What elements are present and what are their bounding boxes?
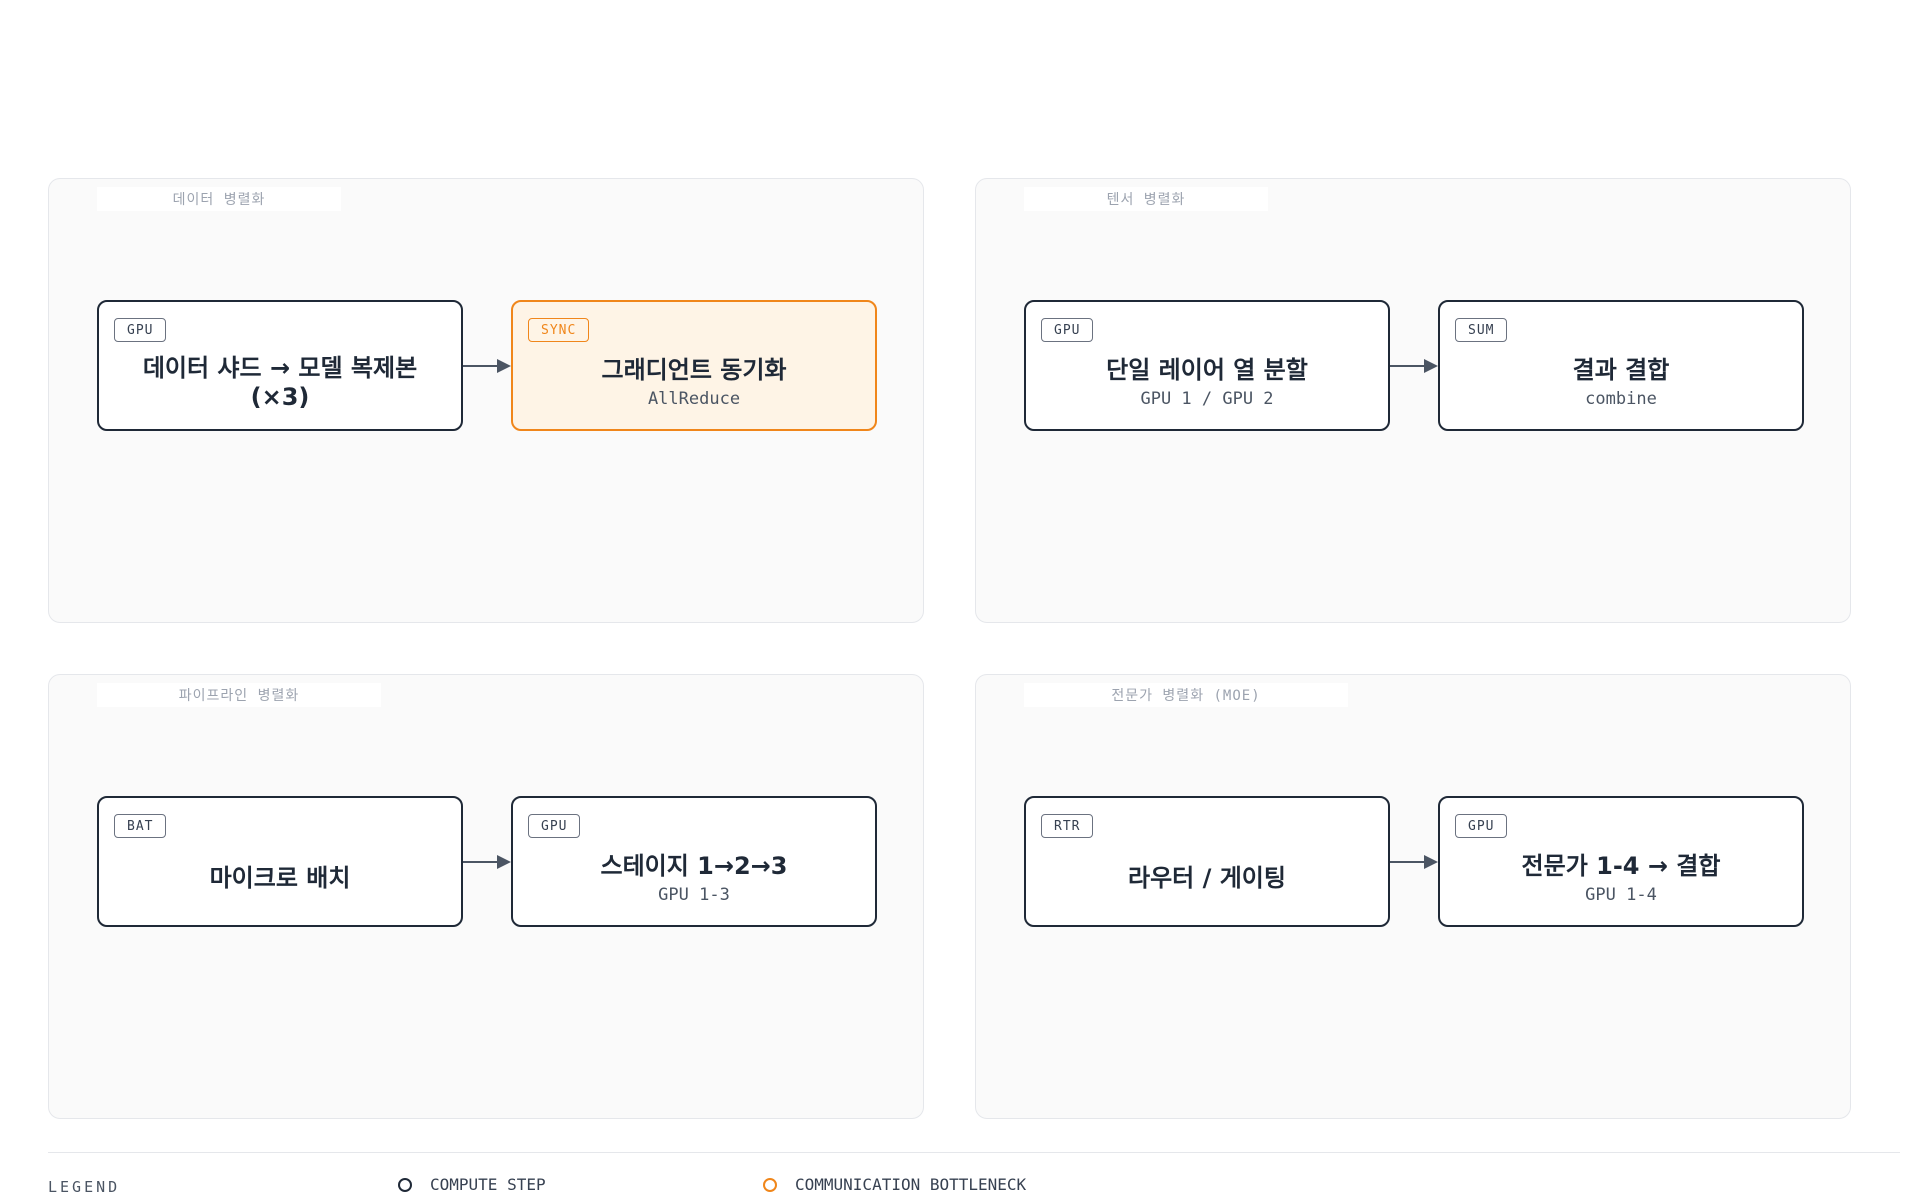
node-title: 단일 레이어 열 분할: [1106, 356, 1308, 384]
node-title: 전문가 1-4 → 결합: [1521, 852, 1721, 880]
arrow-icon: [463, 359, 511, 373]
node-title: 그래디언트 동기화: [601, 356, 787, 384]
node-tag: SUM: [1455, 318, 1508, 342]
node-subtitle: GPU 1 / GPU 2: [1140, 389, 1274, 409]
panel-pipeline-parallel: 파이프라인 병렬화 BAT 마이크로 배치 GPU 스테이지 1→2→3 GPU…: [48, 674, 924, 1119]
panel-label: 데이터 병렬화: [97, 187, 341, 211]
legend-title: LEGEND: [48, 1178, 121, 1196]
legend-item-bottleneck: COMMUNICATION BOTTLENECK: [763, 1175, 1026, 1194]
node-experts-combine[interactable]: GPU 전문가 1-4 → 결합 GPU 1-4: [1438, 796, 1804, 927]
legend-label: COMMUNICATION BOTTLENECK: [795, 1175, 1027, 1194]
node-tag: BAT: [114, 814, 167, 838]
node-router-gating[interactable]: RTR 라우터 / 게이팅: [1024, 796, 1390, 927]
legend-label: COMPUTE STEP: [430, 1175, 546, 1194]
circle-icon: [398, 1177, 412, 1192]
node-column-split[interactable]: GPU 단일 레이어 열 분할 GPU 1 / GPU 2: [1024, 300, 1390, 431]
arrow-icon: [1390, 855, 1438, 869]
node-subtitle: AllReduce: [647, 389, 741, 409]
arrow-icon: [463, 855, 511, 869]
panel-label: 텐서 병렬화: [1024, 187, 1268, 211]
node-combine-results[interactable]: SUM 결과 결합 combine: [1438, 300, 1804, 431]
node-subtitle: GPU 1-4: [1585, 885, 1657, 905]
node-subtitle: combine: [1585, 389, 1657, 409]
node-tag: GPU: [1041, 318, 1094, 342]
node-tag: SYNC: [528, 318, 590, 342]
node-title: 라우터 / 게이팅: [1128, 864, 1286, 892]
panel-tensor-parallel: 텐서 병렬화 GPU 단일 레이어 열 분할 GPU 1 / GPU 2 SUM…: [975, 178, 1851, 623]
circle-icon: [763, 1177, 777, 1192]
arrow-icon: [1390, 359, 1438, 373]
node-stages[interactable]: GPU 스테이지 1→2→3 GPU 1-3: [511, 796, 877, 927]
panel-expert-parallel: 전문가 병렬화 (MOE) RTR 라우터 / 게이팅 GPU 전문가 1-4 …: [975, 674, 1851, 1119]
node-data-shard[interactable]: GPU 데이터 샤드 → 모델 복제본 (×3): [97, 300, 463, 431]
node-title: 결과 결합: [1572, 356, 1670, 384]
node-subtitle: GPU 1-3: [658, 885, 730, 905]
node-gradient-sync[interactable]: SYNC 그래디언트 동기화 AllReduce: [511, 300, 877, 431]
legend-item-compute: COMPUTE STEP: [398, 1175, 546, 1194]
panel-label: 파이프라인 병렬화: [97, 683, 381, 707]
node-tag: GPU: [1455, 814, 1508, 838]
node-title: 마이크로 배치: [209, 864, 351, 892]
node-tag: GPU: [528, 814, 581, 838]
panel-data-parallel: 데이터 병렬화 GPU 데이터 샤드 → 모델 복제본 (×3) SYNC 그래…: [48, 178, 924, 623]
node-title: 스테이지 1→2→3: [600, 852, 788, 880]
node-micro-batch[interactable]: BAT 마이크로 배치: [97, 796, 463, 927]
node-tag: GPU: [114, 318, 167, 342]
legend-divider: [48, 1152, 1900, 1153]
panel-label: 전문가 병렬화 (MOE): [1024, 683, 1348, 707]
node-tag: RTR: [1041, 814, 1094, 838]
node-title: 데이터 샤드 → 모델 복제본 (×3): [142, 353, 418, 411]
